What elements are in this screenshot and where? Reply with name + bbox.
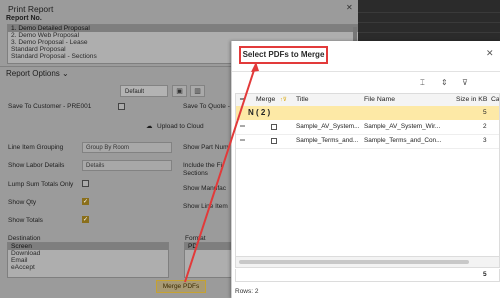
sort-filter-icon[interactable]: ↑⊽: [280, 97, 287, 103]
line-item-grouping-select[interactable]: Group By Room: [82, 142, 172, 153]
table-row[interactable]: ═ Sample_AV_System... Sample_AV_System_W…: [236, 120, 499, 135]
group-label: N ( 2 ): [248, 108, 271, 117]
row-title: Sample_Terms_and...: [296, 137, 359, 144]
report-options-toggle[interactable]: Report Options ⌄: [6, 69, 69, 78]
size-total: 5: [483, 271, 487, 278]
destination-list[interactable]: Screen Download Email eAccept: [7, 242, 169, 278]
save-icon: ▣: [176, 88, 183, 95]
show-totals-label: Show Totals: [8, 217, 43, 224]
divider: [232, 71, 500, 72]
grid-footer-total: 5: [235, 269, 500, 282]
lump-sum-totals-checkbox[interactable]: [82, 180, 89, 187]
report-no-label: Report No.: [6, 15, 42, 22]
drag-handle-icon: ═: [240, 96, 245, 103]
save-to-customer-label: Save To Customer - PRE001: [8, 103, 92, 110]
group-size-total: 5: [483, 109, 487, 116]
delete-template-button[interactable]: ▥: [190, 85, 205, 97]
column-header-category[interactable]: Ca: [491, 96, 499, 103]
destination-item[interactable]: Download: [8, 250, 168, 257]
select-pdfs-modal: Select PDFs to Merge ✕ ⌶ ⇕ ⊽ ═ Merge ↑⊽ …: [231, 41, 500, 298]
pdf-grid: ═ Merge ↑⊽ Title File Name Size in KB Ca…: [235, 93, 500, 268]
trash-icon: ▥: [194, 88, 201, 95]
row-file-name: Sample_AV_System_Wir...: [364, 123, 441, 130]
report-list-item[interactable]: 2. Demo Web Proposal: [8, 32, 358, 39]
save-template-button[interactable]: ▣: [172, 85, 187, 97]
row-title: Sample_AV_System...: [296, 123, 360, 130]
show-totals-checkbox[interactable]: ✓: [82, 216, 89, 223]
row-size: 3: [483, 137, 487, 144]
report-list-item[interactable]: 1. Demo Detailed Proposal: [8, 25, 358, 32]
show-labor-details-select[interactable]: Details: [82, 160, 172, 171]
row-file-name: Sample_Terms_and_Con...: [364, 137, 442, 144]
upload-to-cloud-label: Upload to Cloud: [157, 123, 204, 130]
expand-icon[interactable]: ⇕: [441, 78, 448, 87]
merge-pdfs-button[interactable]: Merge PDFs: [156, 280, 206, 293]
format-item[interactable]: PD: [185, 243, 233, 250]
row-size: 2: [483, 123, 487, 130]
show-qty-label: Show Qty: [8, 199, 37, 206]
template-select[interactable]: Default: [120, 85, 168, 97]
show-qty-checkbox[interactable]: ✓: [82, 198, 89, 205]
save-to-quote-label: Save To Quote -: [183, 103, 230, 110]
save-to-customer-checkbox[interactable]: [118, 103, 125, 110]
column-header-merge[interactable]: Merge: [256, 96, 275, 103]
modal-title: Select PDFs to Merge: [239, 46, 328, 64]
drag-handle-icon[interactable]: ═: [240, 123, 245, 130]
destination-item[interactable]: Email: [8, 257, 168, 264]
rows-count: Rows: 2: [235, 288, 259, 295]
fit-columns-icon[interactable]: ⌶: [420, 78, 425, 88]
line-item-grouping-label: Line Item Grouping: [8, 144, 64, 151]
show-line-item-label: Show Line Item: [183, 203, 228, 210]
destination-item[interactable]: eAccept: [8, 264, 168, 271]
column-header-title[interactable]: Title: [296, 96, 309, 103]
show-manufacturer-label: Show Manufac: [183, 185, 226, 192]
include-fine-sections-label-2: Sections: [183, 170, 208, 177]
report-list-scrollbar[interactable]: [353, 27, 357, 41]
column-header-file-name[interactable]: File Name: [364, 96, 395, 103]
merge-checkbox[interactable]: [271, 124, 277, 130]
destination-label: Destination: [8, 235, 41, 242]
drag-handle-icon[interactable]: ═: [240, 137, 245, 144]
column-header-size[interactable]: Size in KB: [456, 96, 487, 103]
include-fine-sections-label: Include the Fi: [183, 162, 223, 169]
merge-checkbox[interactable]: [271, 138, 277, 144]
destination-item[interactable]: Screen: [8, 243, 168, 250]
print-report-title: Print Report: [8, 4, 54, 14]
format-label: Format: [185, 235, 206, 242]
print-report-close-button[interactable]: ✕: [346, 3, 353, 12]
filter-icon[interactable]: ⊽: [462, 78, 468, 87]
cloud-upload-icon: ☁: [146, 123, 153, 130]
format-list[interactable]: PD: [184, 242, 234, 278]
show-part-number-label: Show Part Num: [183, 144, 229, 151]
show-labor-details-label: Show Labor Details: [8, 162, 65, 169]
table-row[interactable]: ═ Sample_Terms_and... Sample_Terms_and_C…: [236, 134, 499, 149]
horizontal-scrollbar[interactable]: [236, 256, 499, 267]
lump-sum-totals-label: Lump Sum Totals Only: [8, 181, 74, 188]
modal-close-button[interactable]: ✕: [486, 48, 494, 59]
group-row[interactable]: N ( 2 ) 5: [236, 106, 499, 120]
